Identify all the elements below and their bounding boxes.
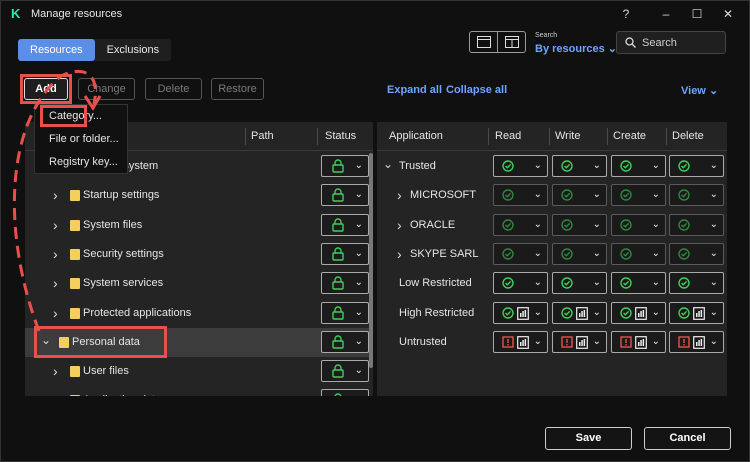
annotation-arrow-icon [12, 69, 102, 332]
save-button[interactable]: Save [545, 427, 632, 450]
cancel-button[interactable]: Cancel [644, 427, 731, 450]
manage-resources-window: K Manage resources ? – ☐ ✕ Resources Exc… [0, 0, 750, 462]
